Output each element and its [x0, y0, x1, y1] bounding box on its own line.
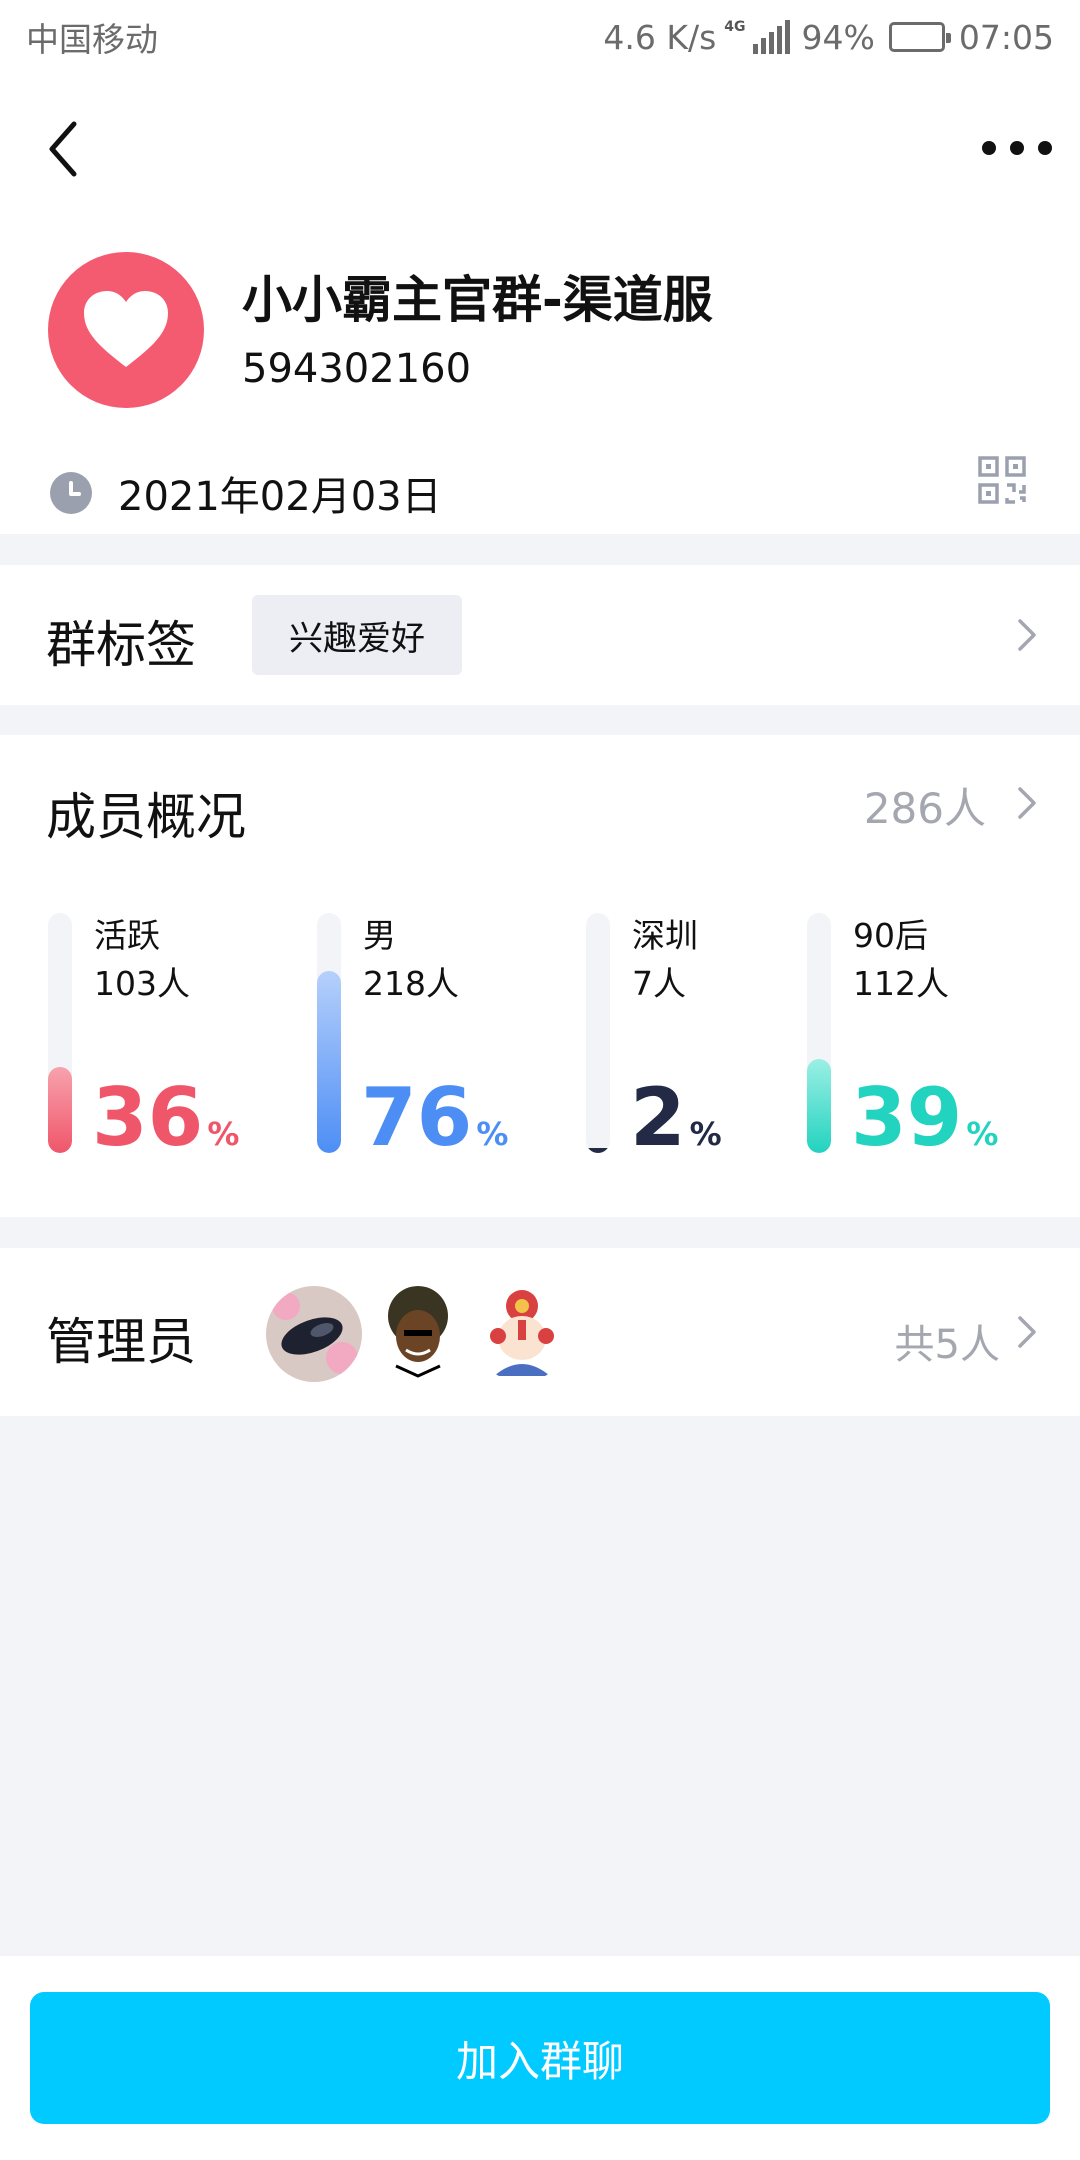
admins-row[interactable]: 管理员 共5人 [0, 1248, 1080, 1416]
stat-percent: 36% [92, 1078, 240, 1175]
network-type: 4G [724, 19, 746, 35]
qr-code-button[interactable] [978, 456, 1026, 504]
group-name: 小小霸主官群-渠道服 [242, 271, 713, 329]
member-total[interactable]: 286人 [864, 775, 986, 836]
stat-percent-symbol: % [966, 1115, 999, 1153]
clock-time: 07:05 [958, 17, 1054, 57]
stat-percent-value: 2 [630, 1071, 686, 1164]
admins-title: 管理员 [46, 1313, 196, 1371]
admin-avatar[interactable] [266, 1286, 362, 1382]
group-tags-title: 群标签 [46, 616, 196, 674]
more-dot-icon [982, 141, 996, 155]
stat-label: 90后 [853, 916, 928, 955]
stat-label: 男 [363, 916, 396, 955]
admin-avatar-list [266, 1286, 570, 1382]
more-button[interactable] [982, 128, 1052, 168]
created-date: 2021年02月03日 [118, 474, 442, 520]
clock-icon [50, 472, 92, 514]
more-dot-icon [1010, 141, 1024, 155]
stat-bar-fill [586, 1148, 610, 1153]
qr-code-icon [978, 456, 1026, 504]
more-dot-icon [1038, 141, 1052, 155]
group-header: 小小霸主官群-渠道服 594302160 2021年02月03日 [0, 224, 1080, 534]
chevron-right-icon [1018, 619, 1036, 651]
chevron-right-icon[interactable] [1016, 785, 1038, 821]
stat-count: 218人 [363, 964, 459, 1003]
status-bar: 中国移动 4.6 K/s 4G 94% 07:05 [0, 0, 1080, 74]
stat-percent-symbol: % [689, 1115, 722, 1153]
heart-icon [84, 291, 168, 367]
stat-bar [807, 913, 831, 1153]
admin-avatar[interactable] [370, 1286, 466, 1382]
battery-icon [888, 22, 951, 52]
stat-count: 103人 [94, 964, 190, 1003]
signal-icon: 4G [724, 19, 790, 54]
stat-percent-symbol: % [207, 1115, 240, 1153]
chevron-left-icon [49, 121, 77, 177]
stat-percent-value: 39 [851, 1071, 963, 1164]
stat-percent-symbol: % [476, 1115, 509, 1153]
top-nav [0, 74, 1080, 224]
member-overview-title: 成员概况 [46, 788, 246, 846]
chevron-right-icon [1018, 1316, 1036, 1348]
stat-count: 7人 [632, 964, 686, 1003]
carrier-label: 中国移动 [26, 20, 158, 59]
status-indicators: 4.6 K/s 4G 94% 07:05 [603, 18, 1054, 57]
stat-percent: 2% [630, 1078, 722, 1175]
tag-chip: 兴趣爱好 [252, 595, 462, 675]
battery-percent: 94% [801, 17, 875, 57]
network-speed: 4.6 K/s [603, 17, 717, 57]
group-avatar[interactable] [48, 252, 204, 408]
bottom-action-bar: 加入群聊 [0, 1956, 1080, 2160]
stat-bar [317, 913, 341, 1153]
group-tags-row[interactable]: 群标签 兴趣爱好 [0, 565, 1080, 705]
stat-percent-value: 76 [361, 1071, 473, 1164]
stat-count: 112人 [853, 964, 949, 1003]
stat-bar-fill [807, 1059, 831, 1153]
back-button[interactable] [40, 114, 90, 184]
join-group-button[interactable]: 加入群聊 [30, 1992, 1050, 2124]
stat-bar-fill [48, 1066, 72, 1153]
stat-label: 活跃 [94, 916, 160, 955]
admin-avatar[interactable] [474, 1286, 570, 1382]
stat-bar [48, 913, 72, 1153]
member-overview: 成员概况 286人 活跃 103人 36% 男 218人 76% 深圳 7人 2… [0, 735, 1080, 1217]
stat-percent: 76% [361, 1078, 509, 1175]
stat-bar-fill [317, 970, 341, 1153]
group-id: 594302160 [242, 346, 472, 392]
stat-percent: 39% [851, 1078, 999, 1175]
stat-label: 深圳 [632, 916, 698, 955]
stat-percent-value: 36 [92, 1071, 204, 1164]
stat-bar [586, 913, 610, 1153]
admins-count: 共5人 [894, 1322, 1000, 1368]
created-date-row: 2021年02月03日 [50, 464, 442, 522]
